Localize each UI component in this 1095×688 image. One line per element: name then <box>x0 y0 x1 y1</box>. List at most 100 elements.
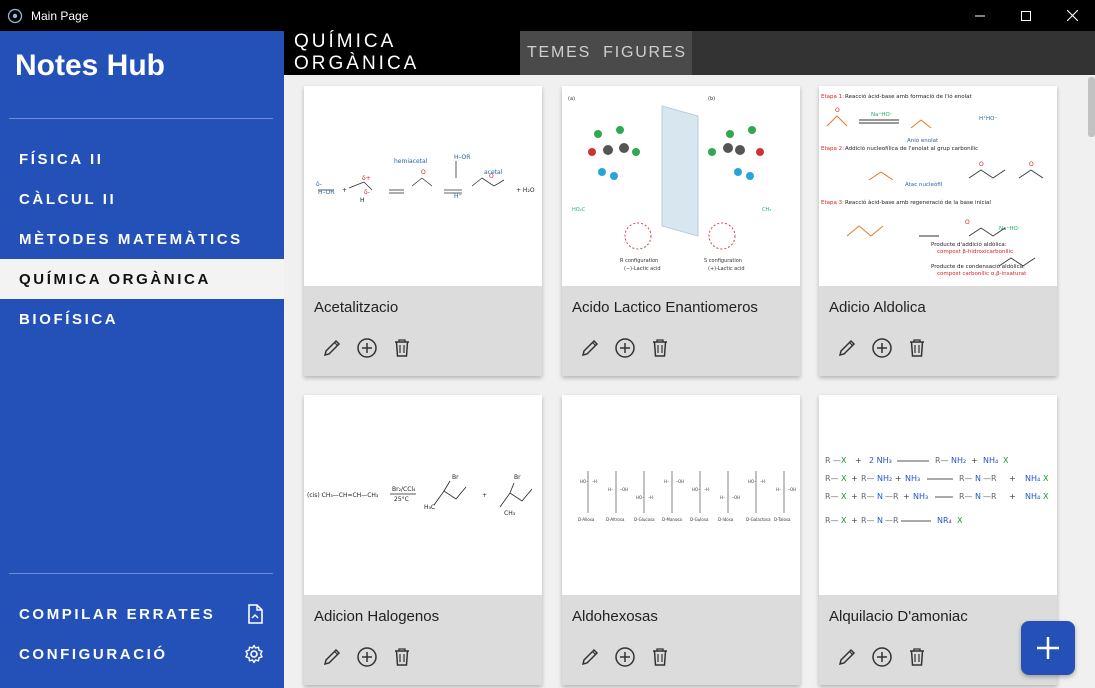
sidebar-item-metodes-matematics[interactable]: MÈTODES MATEMÀTICS <box>0 219 284 259</box>
figure-card[interactable]: Etapa 1: Reacció àcid-base amb formació d… <box>819 86 1057 376</box>
figure-thumbnail[interactable]: (a) (b) R configuration (−)-Lactic acid S co… <box>562 86 800 286</box>
plus-icon <box>1037 637 1059 659</box>
svg-text:Br₂/CCl₄: Br₂/CCl₄ <box>392 486 416 493</box>
delete-button[interactable] <box>905 645 929 669</box>
trash-icon <box>910 648 924 666</box>
svg-text:CH₃: CH₃ <box>504 510 516 517</box>
edit-button[interactable] <box>835 336 859 360</box>
svg-text:–OH: –OH <box>676 479 684 484</box>
svg-text:+: + <box>851 474 858 483</box>
delete-button[interactable] <box>390 336 414 360</box>
svg-text:R—: R— <box>861 492 875 501</box>
delete-button[interactable] <box>648 645 672 669</box>
trash-icon <box>395 648 409 666</box>
svg-text:Na⁺HO⁻: Na⁺HO⁻ <box>871 111 893 118</box>
svg-text:–H: –H <box>704 487 709 492</box>
figure-thumbnail[interactable]: Etapa 1: Reacció àcid-base amb formació d… <box>819 86 1057 286</box>
add-button[interactable] <box>355 336 379 360</box>
edit-button[interactable] <box>578 336 602 360</box>
svg-text:–OH: –OH <box>620 487 628 492</box>
edit-button[interactable] <box>835 645 859 669</box>
svg-text:R configuration: R configuration <box>620 258 658 264</box>
svg-text:D-Glucosa: D-Glucosa <box>634 517 655 522</box>
pencil-icon <box>838 339 856 357</box>
trash-icon <box>653 648 667 666</box>
figure-title: Adicion Halogenos <box>314 608 440 625</box>
figures-grid: δ+ O Oδ- δ- H–OR hemiacetal acetal H⁺ H–OR + + H… <box>284 75 1095 688</box>
edit-button[interactable] <box>320 645 344 669</box>
svg-text:N: N <box>975 474 981 483</box>
figure-thumbnail[interactable]: (cis) CH₃—CH=CH—CH₃ Br₂/CCl₄ 25°C + Br Br H₃C C… <box>304 395 542 595</box>
figure-thumbnail[interactable]: HO– –H H– –OH HO– –H H– –OH HO– –H H– –OH HO– –H H– –OH… <box>562 395 800 595</box>
sidebar-item-biofisica[interactable]: BIOFÍSICA <box>0 299 284 339</box>
svg-text:—R: —R <box>983 492 997 501</box>
scrollbar-track[interactable] <box>1088 75 1095 688</box>
figure-card[interactable]: (a) (b) R configuration (−)-Lactic acid S co… <box>562 86 800 376</box>
svg-text:–OH: –OH <box>788 487 796 492</box>
close-icon <box>1066 10 1078 21</box>
figure-title: Acido Lactico Enantiomeros <box>572 299 758 316</box>
sidebar-item-calcul-ii[interactable]: CÀLCUL II <box>0 179 284 219</box>
svg-text:O: O <box>421 169 426 176</box>
svg-text:HO–: HO– <box>636 495 644 500</box>
svg-text:NH₄: NH₄ <box>1025 474 1040 483</box>
tab-temes[interactable]: TEMES <box>520 31 598 75</box>
edit-button[interactable] <box>578 645 602 669</box>
svg-text:H–: H– <box>776 487 781 492</box>
svg-text:X: X <box>1043 492 1049 501</box>
svg-text:D-Idosa: D-Idosa <box>718 517 734 522</box>
delete-button[interactable] <box>648 336 672 360</box>
plus-circle-icon <box>615 647 635 667</box>
close-button[interactable] <box>1049 0 1095 31</box>
svg-text:(cis) CH₃—CH=CH—CH₃: (cis) CH₃—CH=CH—CH₃ <box>307 492 379 499</box>
figure-thumbnail[interactable]: R — X +2 NH₃ R— NH₂ + NH₄ X R— X + R— NH₂ + NH₃ R— N —R + N… <box>819 395 1057 595</box>
delete-button[interactable] <box>390 645 414 669</box>
minimize-icon <box>975 15 985 16</box>
svg-text:R—: R— <box>935 456 949 465</box>
figure-thumbnail[interactable]: δ+ O Oδ- δ- H–OR hemiacetal acetal H⁺ H–OR + + H… <box>304 86 542 286</box>
svg-text:N: N <box>877 516 883 525</box>
svg-text:hemiacetal: hemiacetal <box>394 158 428 165</box>
svg-text:Etapa 3:: Etapa 3: <box>821 200 844 206</box>
svg-text:N: N <box>877 492 883 501</box>
plus-circle-icon <box>357 647 377 667</box>
figure-card[interactable]: (cis) CH₃—CH=CH—CH₃ Br₂/CCl₄ 25°C + Br Br H₃C C… <box>304 395 542 685</box>
scrollbar-thumb[interactable] <box>1088 77 1095 137</box>
svg-text:HO–: HO– <box>748 479 756 484</box>
window-titlebar: Main Page <box>0 0 1095 31</box>
pencil-icon <box>323 339 341 357</box>
add-button[interactable] <box>355 645 379 669</box>
settings-button[interactable]: CONFIGURACIÓ <box>0 634 284 674</box>
svg-text:HO₂C: HO₂C <box>572 207 586 213</box>
svg-text:D-Manosa: D-Manosa <box>662 517 682 522</box>
minimize-button[interactable] <box>957 0 1003 31</box>
svg-text:compost β-hidroxicarbonílic: compost β-hidroxicarbonílic <box>937 248 1013 255</box>
svg-text:+: + <box>851 492 858 501</box>
sidebar: Notes Hub FÍSICA II CÀLCUL II MÈTODES MA… <box>0 31 284 688</box>
delete-button[interactable] <box>905 336 929 360</box>
figure-card[interactable]: δ+ O Oδ- δ- H–OR hemiacetal acetal H⁺ H–OR + + H… <box>304 86 542 376</box>
add-button[interactable] <box>613 336 637 360</box>
svg-text:R—: R— <box>825 474 839 483</box>
add-button[interactable] <box>613 645 637 669</box>
edit-button[interactable] <box>320 336 344 360</box>
add-button[interactable] <box>870 645 894 669</box>
tab-figures[interactable]: FIGURES <box>598 31 692 75</box>
compile-errata-button[interactable]: COMPILAR ERRATES <box>0 594 284 634</box>
figure-card[interactable]: HO– –H H– –OH HO– –H H– –OH HO– –H H– –OH HO– –H H– –OH… <box>562 395 800 685</box>
svg-text:H₃C: H₃C <box>424 504 435 511</box>
svg-text:X: X <box>841 492 847 501</box>
maximize-button[interactable] <box>1003 0 1049 31</box>
svg-text:+ H₂O: + H₂O <box>516 187 535 194</box>
add-button[interactable] <box>870 336 894 360</box>
svg-text:H–: H– <box>664 479 669 484</box>
svg-text:H⁺HO⁻: H⁺HO⁻ <box>979 115 998 122</box>
svg-text:+: + <box>895 474 902 483</box>
add-figure-fab[interactable] <box>1021 621 1075 675</box>
svg-text:Etapa 2:: Etapa 2: <box>821 146 844 152</box>
settings-label: CONFIGURACIÓ <box>19 645 168 663</box>
svg-text:HO–: HO– <box>692 487 700 492</box>
sidebar-item-quimica-organica[interactable]: QUÍMICA ORGÀNICA <box>0 259 284 299</box>
svg-text:X: X <box>841 516 847 525</box>
sidebar-item-fisica-ii[interactable]: FÍSICA II <box>0 139 284 179</box>
